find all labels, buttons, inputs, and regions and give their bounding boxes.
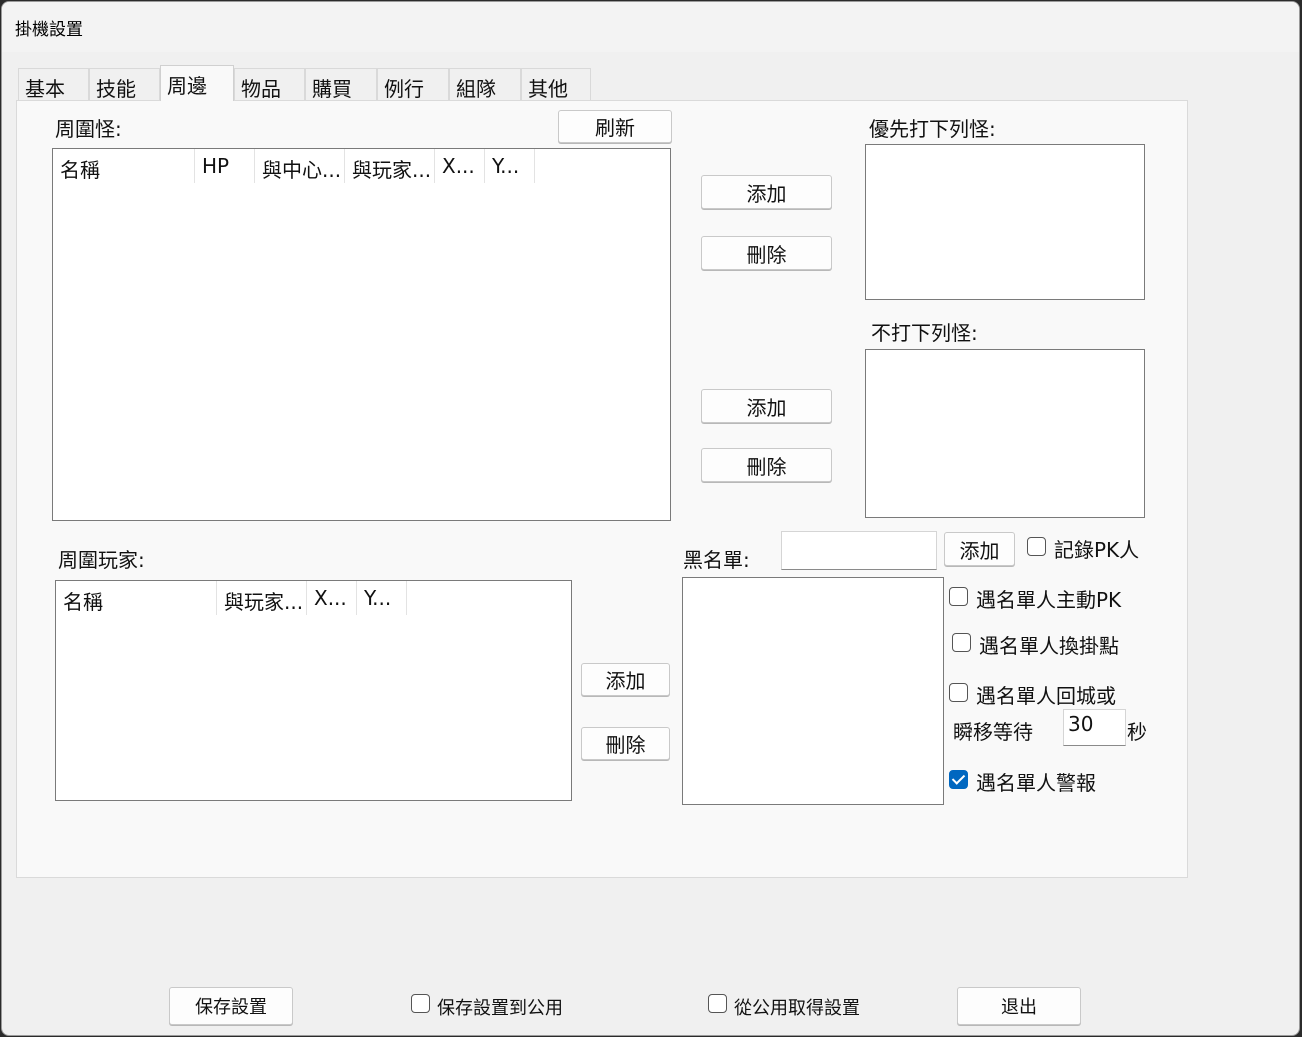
- title-bar: 掛機設置: [2, 2, 1299, 52]
- monsters-label: 周圍怪:: [55, 117, 122, 141]
- settings-window: 掛機設置 基本 技能 周邊 物品 購買 例行 組隊 其他 周圍怪: 刷新 名稱 …: [1, 1, 1300, 1036]
- switch-spot-label: 遇名單人換掛點: [979, 634, 1119, 658]
- alarm-checkbox[interactable]: [949, 770, 968, 789]
- record-pk-label: 記錄PK人: [1054, 538, 1140, 562]
- auto-pk-checkbox[interactable]: [949, 587, 968, 606]
- window-title: 掛機設置: [15, 20, 83, 40]
- column-header-center-distance[interactable]: 與中心...: [255, 149, 345, 183]
- blacklist-list[interactable]: [682, 577, 944, 805]
- tab-items[interactable]: 物品: [234, 68, 305, 101]
- save-settings-button[interactable]: 保存設置: [169, 987, 293, 1025]
- priority-label: 優先打下列怪:: [869, 117, 996, 141]
- save-public-checkbox[interactable]: [411, 994, 430, 1013]
- players-label: 周圍玩家:: [58, 548, 145, 572]
- monster-list[interactable]: 名稱 HP 與中心... 與玩家... X... Y...: [52, 148, 671, 521]
- priority-list[interactable]: [865, 144, 1145, 300]
- column-header-player-distance[interactable]: 與玩家...: [217, 581, 307, 615]
- column-header-player-distance[interactable]: 與玩家...: [345, 149, 435, 183]
- tab-purchase[interactable]: 購買: [305, 68, 377, 101]
- no-attack-label: 不打下列怪:: [871, 321, 978, 345]
- save-public-label: 保存設置到公用: [437, 998, 563, 1019]
- priority-add-button[interactable]: 添加: [701, 175, 832, 209]
- column-header-y[interactable]: Y...: [357, 581, 407, 615]
- blacklist-add-button[interactable]: 添加: [944, 532, 1015, 566]
- no-attack-add-button[interactable]: 添加: [701, 389, 832, 423]
- auto-pk-label: 遇名單人主動PK: [976, 588, 1122, 612]
- blacklist-label: 黑名單:: [683, 548, 750, 572]
- tab-basic[interactable]: 基本: [18, 68, 89, 101]
- refresh-button[interactable]: 刷新: [558, 110, 672, 143]
- column-header-name[interactable]: 名稱: [56, 581, 217, 615]
- priority-delete-button[interactable]: 刪除: [701, 236, 832, 270]
- column-header-name[interactable]: 名稱: [53, 149, 195, 183]
- alarm-label: 遇名單人警報: [976, 771, 1096, 795]
- column-header-y[interactable]: Y...: [485, 149, 535, 183]
- tab-other[interactable]: 其他: [521, 68, 591, 101]
- tab-skills[interactable]: 技能: [89, 68, 160, 101]
- blacklist-name-input[interactable]: [781, 531, 937, 570]
- return-town-label: 遇名單人回城或: [976, 684, 1116, 708]
- record-pk-checkbox[interactable]: [1027, 537, 1046, 556]
- return-town-checkbox[interactable]: [949, 683, 968, 702]
- tab-surroundings[interactable]: 周邊: [160, 65, 234, 101]
- load-public-label: 從公用取得設置: [734, 998, 860, 1019]
- exit-button[interactable]: 退出: [957, 987, 1081, 1025]
- players-delete-button[interactable]: 刪除: [581, 727, 670, 760]
- tab-party[interactable]: 組隊: [449, 68, 521, 101]
- no-attack-list[interactable]: [865, 349, 1145, 518]
- tab-routine[interactable]: 例行: [377, 68, 449, 101]
- column-header-x[interactable]: X...: [307, 581, 357, 615]
- teleport-wait-unit: 秒: [1127, 720, 1147, 744]
- player-list[interactable]: 名稱 與玩家... X... Y...: [55, 580, 572, 801]
- players-add-button[interactable]: 添加: [581, 663, 670, 696]
- no-attack-delete-button[interactable]: 刪除: [701, 448, 832, 482]
- teleport-wait-input[interactable]: 30: [1063, 709, 1126, 746]
- load-public-checkbox[interactable]: [708, 994, 727, 1013]
- column-header-hp[interactable]: HP: [195, 149, 255, 183]
- switch-spot-checkbox[interactable]: [952, 633, 971, 652]
- teleport-wait-label: 瞬移等待: [953, 720, 1033, 744]
- column-header-x[interactable]: X...: [435, 149, 485, 183]
